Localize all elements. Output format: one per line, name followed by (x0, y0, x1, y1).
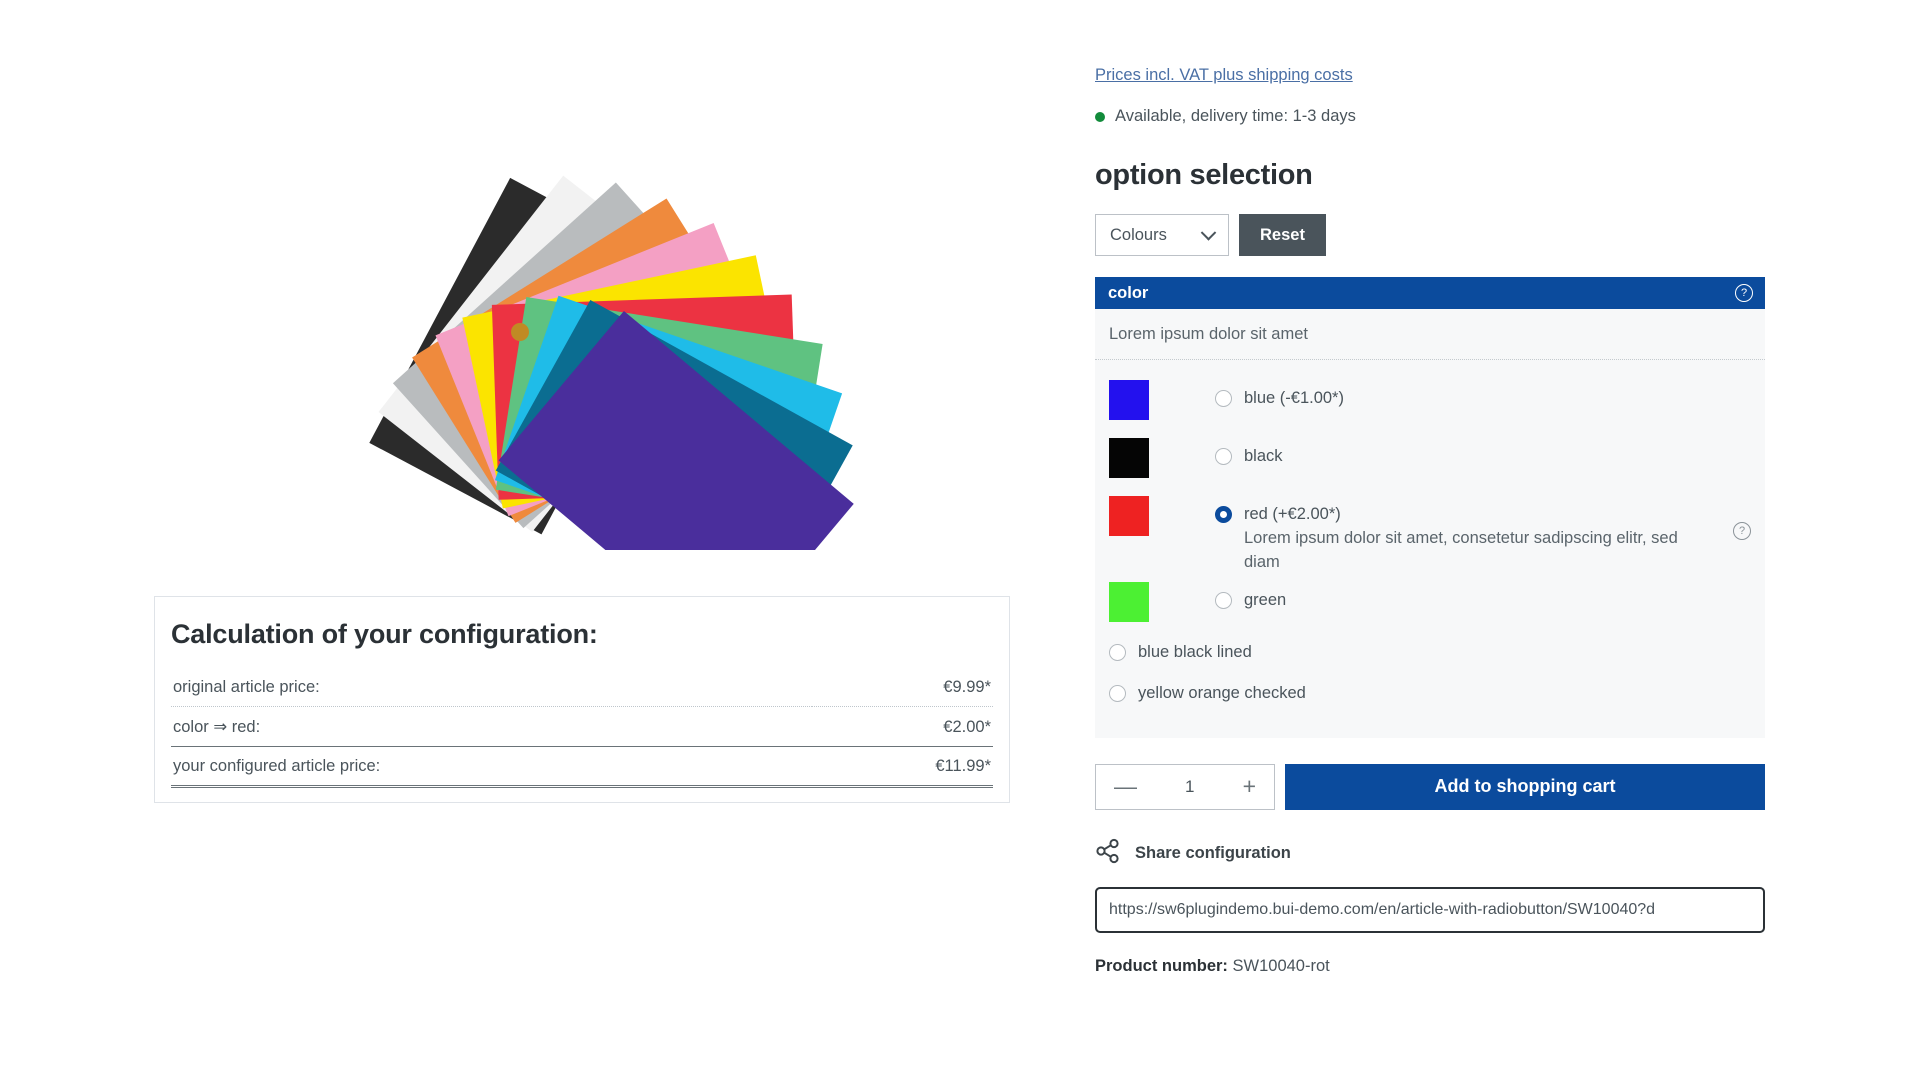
option-label: yellow orange checked (1138, 683, 1306, 704)
option-swatch-cell (1109, 488, 1215, 536)
quantity-stepper[interactable]: — 1 + (1095, 764, 1275, 810)
option-texts: black (1244, 446, 1751, 467)
right-column: Prices incl. VAT plus shipping costs Ava… (1095, 0, 1795, 976)
calc-row-value: €9.99* (812, 668, 993, 707)
table-row: color ⇒ red: €2.00* (171, 707, 993, 747)
option-row[interactable]: blue (-€1.00*) (1095, 372, 1765, 430)
option-row[interactable]: blue black lined (1095, 632, 1765, 673)
product-number-label: Product number: (1095, 957, 1228, 975)
option-texts: green (1244, 590, 1751, 611)
option-row[interactable]: black (1095, 430, 1765, 488)
option-main: red (+€2.00*)Lorem ipsum dolor sit amet,… (1215, 488, 1751, 574)
option-swatch-cell (1109, 430, 1215, 478)
option-group-header: color ? (1095, 277, 1765, 309)
delivery-status: Available, delivery time: 1-3 days (1095, 107, 1795, 126)
colour-fan-image (150, 30, 990, 550)
option-radio[interactable] (1109, 685, 1126, 702)
option-swatch-cell (1109, 372, 1215, 420)
product-number-value: SW10040-rot (1233, 957, 1330, 975)
option-radio[interactable] (1109, 644, 1126, 661)
availability-dot-icon (1095, 112, 1105, 122)
colours-select-value: Colours (1110, 226, 1167, 245)
calc-row-label: your configured article price: (171, 747, 812, 787)
option-label: blue (-€1.00*) (1244, 388, 1751, 409)
option-swatch-cell (1109, 574, 1215, 622)
quantity-decrease-button[interactable]: — (1114, 775, 1137, 798)
option-label: red (+€2.00*) (1244, 504, 1721, 525)
calculation-box: Calculation of your configuration: origi… (154, 596, 1010, 803)
delivery-text: Available, delivery time: 1-3 days (1115, 107, 1356, 126)
option-description: Lorem ipsum dolor sit amet, consetetur s… (1244, 527, 1699, 575)
option-label: green (1244, 590, 1751, 611)
option-texts: red (+€2.00*)Lorem ipsum dolor sit amet,… (1244, 504, 1721, 574)
calc-row-value: €11.99* (812, 747, 993, 787)
option-radio[interactable] (1215, 448, 1232, 465)
option-group-name: color (1108, 284, 1148, 303)
table-row: your configured article price: €11.99* (171, 747, 993, 787)
calc-row-label: original article price: (171, 668, 812, 707)
colours-select[interactable]: Colours (1095, 214, 1229, 256)
share-url-field[interactable]: https://sw6plugindemo.bui-demo.com/en/ar… (1095, 887, 1765, 933)
product-detail-page: Calculation of your configuration: origi… (0, 0, 1920, 1080)
option-list: blue (-€1.00*) black red (+€2.00*)Lorem ip… (1095, 360, 1765, 724)
page-title: option selection (1095, 159, 1795, 192)
table-row: original article price: €9.99* (171, 668, 993, 707)
panel-bottom-spacer (1095, 724, 1765, 738)
help-circle-icon[interactable]: ? (1735, 284, 1753, 302)
option-main: blue (-€1.00*) (1215, 372, 1751, 409)
product-gallery[interactable] (150, 30, 990, 550)
option-swatch[interactable] (1109, 438, 1149, 478)
option-label: blue black lined (1138, 642, 1252, 663)
quantity-value[interactable]: 1 (1185, 777, 1194, 797)
chevron-down-icon (1201, 225, 1217, 241)
calculation-table: original article price: €9.99* color ⇒ r… (171, 668, 993, 788)
option-radio[interactable] (1215, 506, 1232, 523)
option-swatch[interactable] (1109, 380, 1149, 420)
help-circle-icon[interactable]: ? (1733, 522, 1751, 540)
option-main: green (1215, 574, 1751, 611)
quantity-increase-button[interactable]: + (1243, 775, 1256, 798)
option-swatch[interactable] (1109, 582, 1149, 622)
fan-rivet-icon (511, 323, 529, 341)
option-label: black (1244, 446, 1751, 467)
share-configuration-label: Share configuration (1135, 844, 1291, 863)
add-to-cart-button[interactable]: Add to shopping cart (1285, 764, 1765, 810)
share-configuration-row[interactable]: Share configuration (1095, 838, 1795, 869)
option-main: black (1215, 430, 1751, 467)
option-row[interactable]: green (1095, 574, 1765, 632)
calculation-title: Calculation of your configuration: (171, 619, 993, 650)
option-group-color: color ? Lorem ipsum dolor sit amet blue … (1095, 277, 1765, 738)
option-row[interactable]: yellow orange checked (1095, 673, 1765, 714)
option-radio[interactable] (1215, 592, 1232, 609)
calc-row-label: color ⇒ red: (171, 707, 812, 747)
option-help-wrap: ? (1733, 504, 1751, 540)
buy-row: — 1 + Add to shopping cart (1095, 764, 1765, 810)
product-number: Product number: SW10040-rot (1095, 957, 1795, 976)
vat-shipping-link[interactable]: Prices incl. VAT plus shipping costs (1095, 66, 1353, 85)
reset-button[interactable]: Reset (1239, 214, 1326, 256)
option-swatch[interactable] (1109, 496, 1149, 536)
share-nodes-icon (1095, 838, 1121, 869)
option-group-description: Lorem ipsum dolor sit amet (1095, 309, 1765, 360)
calc-row-value: €2.00* (812, 707, 993, 747)
option-texts: blue (-€1.00*) (1244, 388, 1751, 409)
left-column: Calculation of your configuration: origi… (0, 0, 1080, 1080)
option-row[interactable]: red (+€2.00*)Lorem ipsum dolor sit amet,… (1095, 488, 1765, 574)
option-radio[interactable] (1215, 390, 1232, 407)
option-controls: Colours Reset (1095, 214, 1795, 256)
